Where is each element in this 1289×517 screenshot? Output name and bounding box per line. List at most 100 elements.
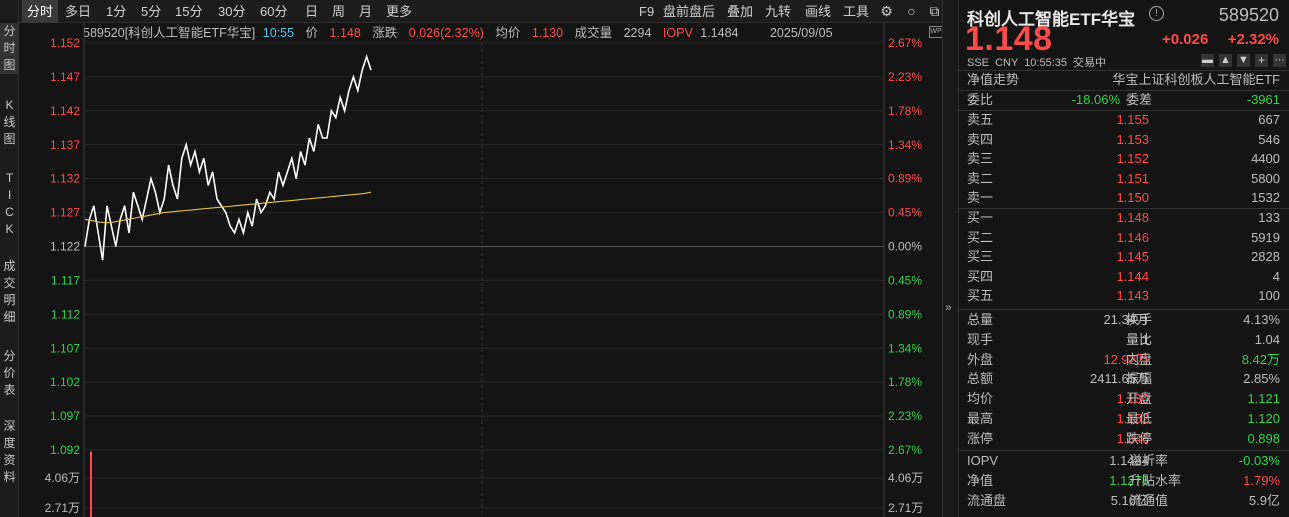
left-tab-0[interactable]: 分时图 [0,23,19,74]
price-line [84,54,372,261]
sell-price: 1.151 [1116,170,1149,186]
buy-price: 1.144 [1116,268,1149,284]
collapse-arrow-icon[interactable]: » [945,300,952,314]
stat-label: 总量 [967,312,994,327]
left-tab-char: 线 [3,115,16,129]
y-tick-right: 0.89% [888,172,922,186]
left-tab-char: 价 [3,366,16,380]
panel-rows: 净值走势 华宝上证科创板人工智能ETF 委比 -18.06% 委差 -3961 卖五 1.15… [959,0,1289,517]
left-tab-1[interactable]: K线图 [0,97,19,148]
y-tick-left: 1.102 [50,375,80,389]
buy-label: 买五 [967,288,994,304]
nav-trend-value: 华宝上证科创板人工智能ETF [1112,72,1280,87]
y-tick-left: 1.107 [50,341,80,355]
toolbar-item-4[interactable]: 画线 [805,0,831,23]
left-tab-char: K [5,98,14,112]
intraday-chart[interactable]: 589520[科创人工智能ETF华宝] 10:55 价 1.148 涨跌 0.0… [19,23,943,517]
stat-label: 外盘 [967,351,994,367]
stat-label: 振幅 [1126,371,1153,387]
chart-canvas: 1.152 2.67% 1.147 2.23% 1.142 1.78% 1.137 1.34%… [45,23,923,517]
volume-bar [90,451,92,517]
left-tab-5[interactable]: 深度资料 [0,418,19,486]
left-tab-char: 深 [3,419,16,433]
period-tab-1[interactable]: 多日 [65,0,91,23]
volume-tick-right: 4.06万 [888,471,923,485]
sell-volume: 667 [1258,112,1280,127]
y-tick-left: 1.112 [51,307,80,321]
sell-label: 卖二 [967,170,994,186]
buy-row: 买二 1.146 5919 [959,228,1289,248]
left-tab-char: 度 [3,436,16,450]
left-tab-char: 分 [3,349,16,363]
stat-value: 4.13% [1243,312,1280,327]
chart-toolbar: 分时 多日 1分 5分 15分 30分 60分日周月更多 F9 盘前盘后 叠加 九转 画线 工具 ⚙ ○ ⧉ [19,0,942,23]
buy-price: 1.145 [1116,249,1149,265]
stat-label: 总额 [967,371,994,387]
gear-icon[interactable]: ⚙ [878,3,895,20]
y-tick-left: 1.137 [50,138,80,152]
nav-trend-label: 净值走势 [967,72,1020,87]
y-tick-right: 2.67% [888,443,922,457]
sell-price: 1.150 [1116,190,1149,206]
stat-value: 0.898 [1247,430,1280,446]
left-tab-4[interactable]: 分价表 [0,348,19,399]
buy-row: 买五 1.143 100 [959,286,1289,306]
y-tick-left: 1.142 [50,104,80,118]
y-tick-left: 1.117 [51,273,80,287]
period-tab-8[interactable]: 周 [332,0,345,23]
etf-stat-value: 5.9亿 [1248,493,1280,508]
stat-label: 均价 [967,391,994,407]
nav-trend-row[interactable]: 净值走势 华宝上证科创板人工智能ETF [959,70,1289,90]
stat-label: 跌停 [1126,430,1153,446]
y-tick-left: 1.092 [50,443,80,457]
circle-icon[interactable]: ○ [903,3,920,20]
toolbar-item-3[interactable]: 九转 [765,0,791,23]
buy-row: 买四 1.144 4 [959,267,1289,287]
period-tab-9[interactable]: 月 [359,0,372,23]
etf-stat-label: 升贴水率 [1129,473,1182,488]
sell-label: 卖三 [967,151,994,167]
panel-collapse-strip[interactable]: » [942,0,958,517]
period-tab-4[interactable]: 15分 [175,0,202,23]
buy-price: 1.146 [1116,229,1149,245]
volume-tick-right: 2.71万 [888,501,923,515]
toolbar-item-5[interactable]: 工具 [843,0,869,23]
left-vertical-tabs: 分时图K线图TICK成交明细分价表深度资料 [0,0,19,517]
y-tick-right: 0.00% [888,240,922,254]
period-tab-10[interactable]: 更多 [386,0,412,23]
period-tab-5[interactable]: 30分 [218,0,245,23]
period-tab-7[interactable]: 日 [305,0,318,23]
left-tab-2[interactable]: TICK [0,170,19,238]
y-tick-right: 0.45% [888,206,922,220]
left-tab-char: I [7,188,12,202]
left-tab-3[interactable]: 成交明细 [0,258,19,326]
period-tab-3[interactable]: 5分 [141,0,161,23]
copy-icon[interactable]: ⧉ [926,3,943,20]
period-tab-0[interactable]: 分时 [22,0,59,23]
buy-label: 买三 [967,249,994,265]
left-tab-char: 细 [3,310,16,324]
y-tick-right: 1.78% [888,104,922,118]
y-tick-left: 1.122 [50,240,80,254]
left-tab-char: 图 [3,132,16,146]
toolbar-item-2[interactable]: 叠加 [727,0,753,23]
left-tab-char: 交 [3,276,16,290]
left-tab-char: 图 [3,58,16,72]
weicha-value: -3961 [1246,92,1280,107]
sell-price: 1.153 [1116,131,1149,147]
sell-volume: 1532 [1251,190,1280,206]
buy-price: 1.148 [1116,210,1149,225]
toolbar-item-0[interactable]: F9 [639,0,654,23]
left-tab-char: 资 [3,453,16,467]
period-tab-6[interactable]: 60分 [260,0,287,23]
left-tab-char: K [5,222,14,236]
etf-stat-label: 流通盘 [967,493,1007,508]
y-tick-right: 0.45% [888,273,922,287]
period-tab-2[interactable]: 1分 [106,0,126,23]
sell-volume: 4400 [1251,151,1280,167]
y-tick-right: 2.23% [888,70,922,84]
y-tick-left: 1.132 [50,172,80,186]
left-tab-char: 成 [3,259,16,273]
stat-value: 1.04 [1254,331,1280,347]
toolbar-item-1[interactable]: 盘前盘后 [663,0,715,23]
